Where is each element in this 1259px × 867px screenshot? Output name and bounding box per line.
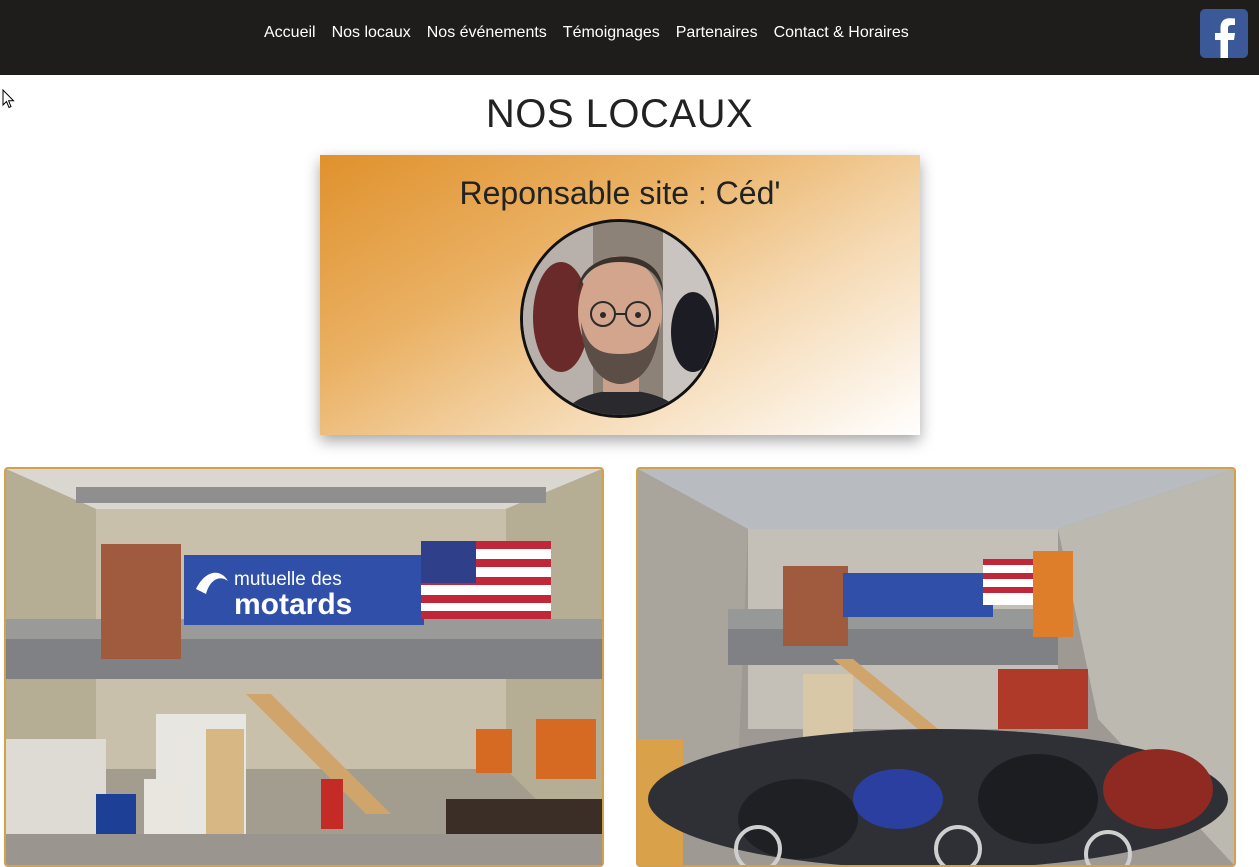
local-photo-1[interactable]: mutuelle des motards	[4, 467, 604, 867]
local-photo-2[interactable]	[636, 467, 1236, 867]
nav-link-partenaires[interactable]: Partenaires	[668, 22, 766, 44]
banner-line2: motards	[234, 588, 352, 621]
nav-link-temoignages[interactable]: Témoignages	[555, 22, 668, 44]
page-title: NOS LOCAUX	[485, 92, 754, 136]
nav-link-accueil[interactable]: Accueil	[256, 22, 324, 44]
nav-link-evenements[interactable]: Nos événements	[419, 22, 555, 44]
facebook-icon[interactable]	[1200, 9, 1248, 58]
responsable-avatar	[520, 219, 719, 418]
responsable-card: Reponsable site : Céd'	[320, 155, 920, 435]
nav-link-contact-horaires[interactable]: Contact & Horaires	[766, 22, 917, 44]
responsable-title: Reponsable site : Céd'	[459, 175, 781, 211]
header-bar: Accueil Nos locaux Nos événements Témoig…	[0, 0, 1259, 75]
main-nav: Accueil Nos locaux Nos événements Témoig…	[256, 22, 917, 44]
nav-link-nos-locaux[interactable]: Nos locaux	[324, 22, 419, 44]
banner-line1: mutuelle des	[234, 569, 342, 590]
